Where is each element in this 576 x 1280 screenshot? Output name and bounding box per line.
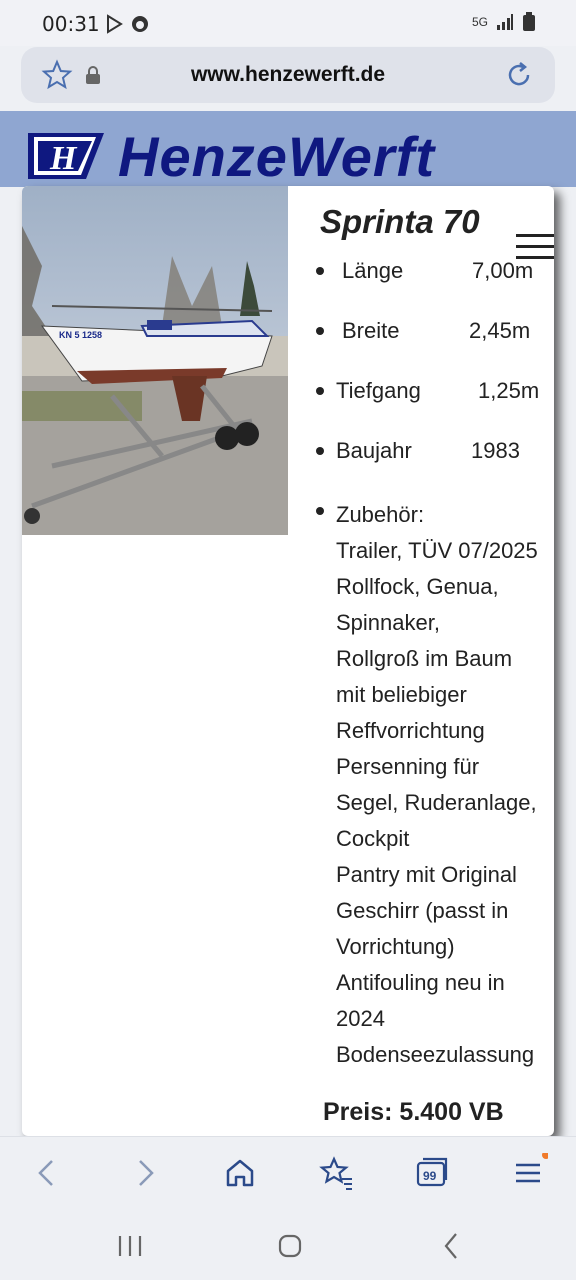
tabs-icon[interactable]: 99: [412, 1153, 452, 1193]
brand-wordmark[interactable]: HenzeWerft: [118, 124, 435, 189]
browser-bottom-bar: 99: [0, 1136, 576, 1209]
status-bar: 00:31 5G: [0, 0, 576, 46]
play-store-icon: [107, 14, 123, 34]
accessory-line: Spinnaker,: [336, 610, 440, 635]
system-nav-bar: [0, 1208, 576, 1280]
henzewerft-logo-icon[interactable]: H: [26, 131, 106, 181]
spec-label: Länge: [342, 258, 404, 283]
accessory-line: Bodenseezulassung: [336, 1042, 535, 1067]
boat-photo: KN 5 1258: [22, 186, 288, 535]
home-circle-icon[interactable]: [270, 1226, 310, 1266]
status-right-icons: 5G: [472, 12, 536, 32]
status-time: 00:31: [42, 12, 100, 36]
bullet-icon: [316, 267, 324, 275]
bullet-icon: [316, 327, 324, 335]
spec-value: 2,45m: [469, 318, 531, 343]
bullet-icon: [316, 387, 324, 395]
signal-icon: [497, 14, 513, 30]
accessory-line: Segel, Ruderanlage,: [336, 790, 537, 815]
bullet-icon: [316, 447, 324, 455]
tabs-count: 99: [423, 1169, 437, 1183]
sync-icon: [132, 16, 148, 32]
accessory-line: Pantry mit Original: [336, 862, 517, 887]
recents-icon[interactable]: [110, 1226, 150, 1266]
reload-icon[interactable]: [503, 59, 535, 91]
listing-title: Sprinta 70: [320, 203, 480, 240]
spec-value: 1983: [471, 438, 520, 463]
bookmarks-icon[interactable]: [316, 1153, 356, 1193]
accessory-line: Persenning für: [336, 754, 480, 779]
accessory-line: Cockpit: [336, 826, 410, 851]
accessory-line: 2024: [336, 1006, 385, 1031]
forward-icon[interactable]: [124, 1153, 164, 1193]
listing-price: Preis: 5.400 VB: [323, 1098, 504, 1126]
spec-label: Breite: [342, 318, 400, 343]
accessory-line: Geschirr (passt in: [336, 898, 509, 923]
status-left-icons: [104, 14, 150, 34]
accessories-text: Zubehör: Trailer, TÜV 07/2025 Rollfock, …: [336, 497, 568, 1073]
system-back-icon[interactable]: [432, 1226, 472, 1266]
boat-registration: KN 5 1258: [59, 330, 102, 340]
url-text[interactable]: www.henzewerft.de: [21, 63, 555, 87]
spec-label: Tiefgang: [336, 378, 421, 403]
accessory-line: Reffvorrichtung: [336, 718, 485, 743]
accessory-line: Antifouling neu in: [336, 970, 505, 995]
network-5g-icon: 5G: [471, 15, 488, 29]
menu-hamburger-icon[interactable]: [516, 234, 554, 260]
spec-value: 7,00m: [472, 258, 534, 283]
spec-value: 1,25m: [478, 378, 540, 403]
home-icon[interactable]: [220, 1153, 260, 1193]
accessory-line: Vorrichtung): [336, 934, 455, 959]
accessory-line: Rollfock, Genua,: [336, 574, 499, 599]
accessory-line: Trailer, TÜV 07/2025: [336, 538, 538, 563]
spec-label: Baujahr: [336, 438, 412, 463]
back-icon[interactable]: [28, 1153, 68, 1193]
notification-dot: [542, 1153, 548, 1159]
address-bar[interactable]: www.henzewerft.de: [21, 47, 555, 103]
accessory-line: Rollgroß im Baum: [336, 646, 513, 671]
accessory-line: mit beliebiger: [336, 682, 467, 707]
bullet-icon: [316, 507, 324, 515]
logo-letter: H: [49, 140, 78, 177]
accessories-heading: Zubehör:: [336, 502, 425, 527]
menu-icon[interactable]: [508, 1153, 548, 1193]
battery-icon: [523, 12, 535, 31]
